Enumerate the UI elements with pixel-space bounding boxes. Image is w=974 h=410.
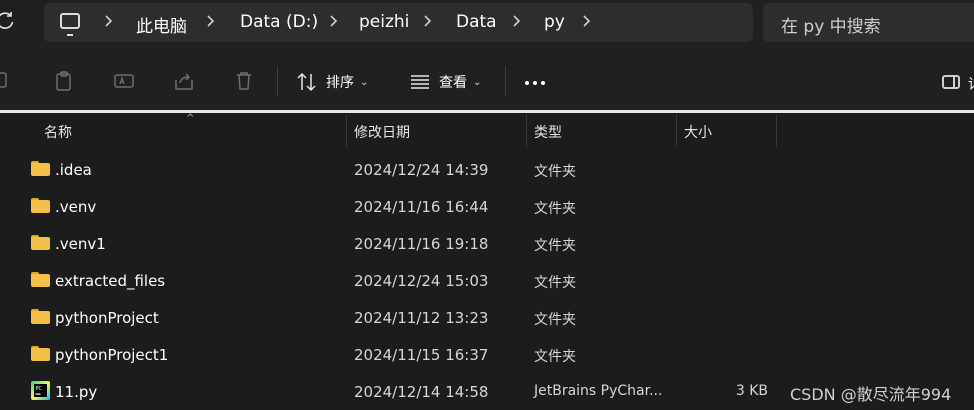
details-pane-label[interactable]: 详 <box>968 74 974 94</box>
column-header-size[interactable]: 大小 <box>684 122 712 142</box>
pycharm-file-icon: PC <box>31 381 50 400</box>
file-name: .venv1 <box>55 235 106 253</box>
view-button[interactable]: 查看 ⌄ <box>409 70 481 94</box>
command-bar: 排序 ⌄ 查看 ⌄ 详 <box>0 52 974 110</box>
toolbar-divider <box>277 66 278 96</box>
view-icon <box>411 75 429 89</box>
file-row[interactable]: pythonProject 2024/11/12 13:23 文件夹 <box>0 300 974 337</box>
file-type: 文件夹 <box>534 275 576 291</box>
delete-icon[interactable] <box>233 70 255 92</box>
file-modified: 2024/12/14 14:58 <box>354 383 489 401</box>
breadcrumb-item-data[interactable]: Data <box>456 12 497 32</box>
file-row[interactable]: .idea 2024/12/24 14:39 文件夹 <box>0 152 974 189</box>
file-modified: 2024/11/16 16:44 <box>354 198 489 216</box>
file-row[interactable]: .venv1 2024/11/16 19:18 文件夹 <box>0 226 974 263</box>
watermark-text: CSDN @散尽流年994 <box>790 385 952 404</box>
file-type: 文件夹 <box>534 312 576 328</box>
column-header-type[interactable]: 类型 <box>534 122 562 142</box>
folder-icon <box>31 272 50 287</box>
breadcrumb-item-py[interactable]: py <box>544 12 565 32</box>
search-input[interactable]: 在 py 中搜索 <box>763 3 974 42</box>
file-size: 3 KB <box>735 383 768 399</box>
breadcrumb-item-data-drive[interactable]: Data (D:) <box>240 12 318 32</box>
svg-text:PC: PC <box>36 386 43 392</box>
folder-icon <box>31 309 50 324</box>
chevron-right-icon[interactable] <box>206 11 220 31</box>
file-name: pythonProject <box>55 309 159 327</box>
address-toolbar: 此电脑 Data (D:) peizhi Data py 在 py 中搜索 <box>0 0 974 52</box>
address-bar[interactable]: 此电脑 Data (D:) peizhi Data py <box>44 3 753 42</box>
folder-icon <box>31 235 50 250</box>
toolbar-divider <box>505 66 506 96</box>
file-name: .idea <box>55 161 92 179</box>
column-separator[interactable] <box>526 115 527 147</box>
column-separator[interactable] <box>346 115 347 147</box>
folder-icon <box>31 346 50 361</box>
file-modified: 2024/11/12 13:23 <box>354 309 489 327</box>
file-name: pythonProject1 <box>55 346 169 364</box>
file-type: 文件夹 <box>534 164 576 180</box>
file-name: .venv <box>55 198 97 216</box>
file-type: 文件夹 <box>534 238 576 254</box>
view-label: 查看 <box>439 75 467 91</box>
file-type: JetBrains PyChar... <box>534 383 663 399</box>
file-modified: 2024/12/24 15:03 <box>354 272 489 290</box>
chevron-right-icon[interactable] <box>329 11 343 31</box>
refresh-icon[interactable] <box>0 10 18 34</box>
search-placeholder: 在 py 中搜索 <box>781 17 881 37</box>
breadcrumb-item-this-pc[interactable]: 此电脑 <box>136 12 187 37</box>
column-header-name[interactable]: 名称 <box>44 122 72 142</box>
chevron-right-icon[interactable] <box>104 11 118 31</box>
chevron-right-icon[interactable] <box>423 11 437 31</box>
file-modified: 2024/11/16 19:18 <box>354 235 489 253</box>
details-pane-icon[interactable] <box>942 75 960 89</box>
file-row[interactable]: extracted_files 2024/12/24 15:03 文件夹 <box>0 263 974 300</box>
column-header-modified[interactable]: 修改日期 <box>354 122 410 142</box>
chevron-down-icon: ⌄ <box>360 76 369 88</box>
this-pc-icon[interactable] <box>60 13 80 36</box>
file-name: 11.py <box>55 383 98 401</box>
sort-ascending-icon: ^ <box>186 113 195 124</box>
file-type: 文件夹 <box>534 201 576 217</box>
column-header: ^ 名称 修改日期 类型 大小 <box>0 113 974 147</box>
file-row[interactable]: pythonProject1 2024/11/15 16:37 文件夹 <box>0 337 974 374</box>
breadcrumb-item-peizhi[interactable]: peizhi <box>359 12 409 32</box>
file-name: extracted_files <box>55 272 166 290</box>
folder-icon <box>31 161 50 176</box>
file-modified: 2024/11/15 16:37 <box>354 346 489 364</box>
file-modified: 2024/12/24 14:39 <box>354 161 489 179</box>
share-icon[interactable] <box>173 70 195 92</box>
column-separator[interactable] <box>676 115 677 147</box>
paste-icon[interactable] <box>53 70 75 92</box>
file-row[interactable]: .venv 2024/11/16 16:44 文件夹 <box>0 189 974 226</box>
chevron-right-icon[interactable] <box>512 11 526 31</box>
chevron-right-icon[interactable] <box>582 11 596 31</box>
sort-label: 排序 <box>326 75 354 91</box>
sort-icon <box>297 72 316 92</box>
copy-icon[interactable] <box>0 70 12 92</box>
rename-icon[interactable] <box>113 70 135 92</box>
column-separator[interactable] <box>776 115 777 147</box>
file-type: 文件夹 <box>534 349 576 365</box>
folder-icon <box>31 198 50 213</box>
sort-button[interactable]: 排序 ⌄ <box>296 70 368 94</box>
chevron-down-icon: ⌄ <box>473 76 482 88</box>
more-options-icon[interactable] <box>525 81 545 85</box>
